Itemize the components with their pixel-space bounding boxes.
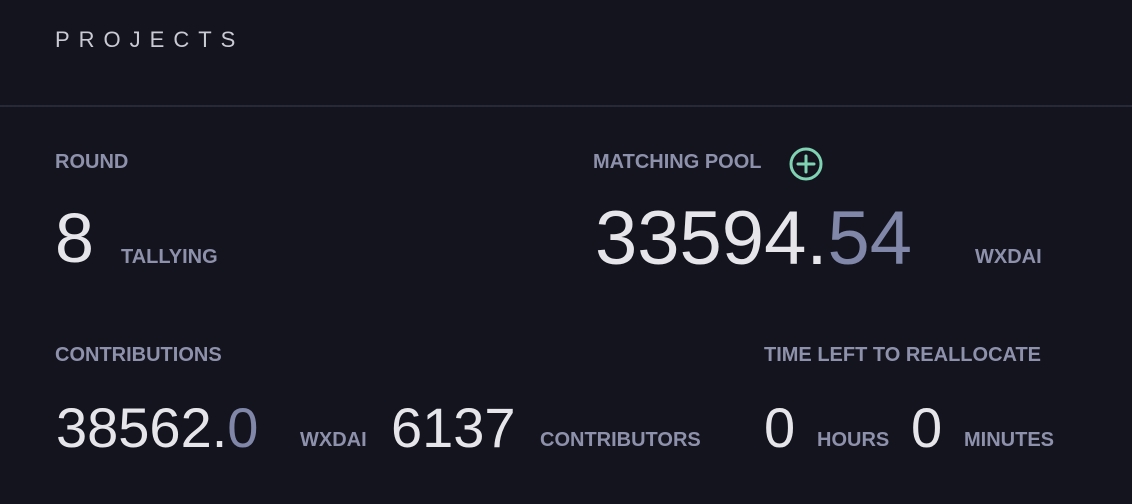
projects-panel: PROJECTS ROUND 8 TALLYING MATCHING POOL … (0, 0, 1132, 504)
hours-label: HOURS (817, 429, 890, 451)
minutes-label: MINUTES (964, 429, 1054, 451)
panel-header: PROJECTS (0, 0, 1132, 107)
contributions-label: CONTRIBUTIONS (55, 344, 222, 366)
round-status: TALLYING (121, 246, 218, 268)
matching-pool-amount: 33594.54 (595, 201, 912, 277)
time-left-label: TIME LEFT TO REALLOCATE (764, 344, 1042, 366)
round-label: ROUND (55, 151, 129, 173)
minutes-value: 0 (911, 396, 943, 459)
plus-circle-icon[interactable] (789, 147, 823, 181)
matching-pool-amount-whole: 33594. (595, 196, 828, 281)
contributions-amount-fraction: 0 (227, 396, 259, 459)
contributors-label: CONTRIBUTORS (540, 429, 701, 451)
matching-pool-label: MATCHING POOL (593, 151, 762, 173)
contributions-amount-whole: 38562. (56, 396, 228, 459)
matching-pool-amount-fraction: 54 (827, 196, 912, 281)
contributors-count: 6137 (391, 396, 516, 459)
matching-pool-unit: WXDAI (975, 246, 1042, 268)
contributions-amount: 38562.0 (56, 400, 258, 456)
round-value: 8 (55, 199, 94, 277)
hours-value: 0 (764, 396, 796, 459)
panel-title: PROJECTS (55, 27, 245, 52)
contributions-unit: WXDAI (300, 429, 367, 451)
